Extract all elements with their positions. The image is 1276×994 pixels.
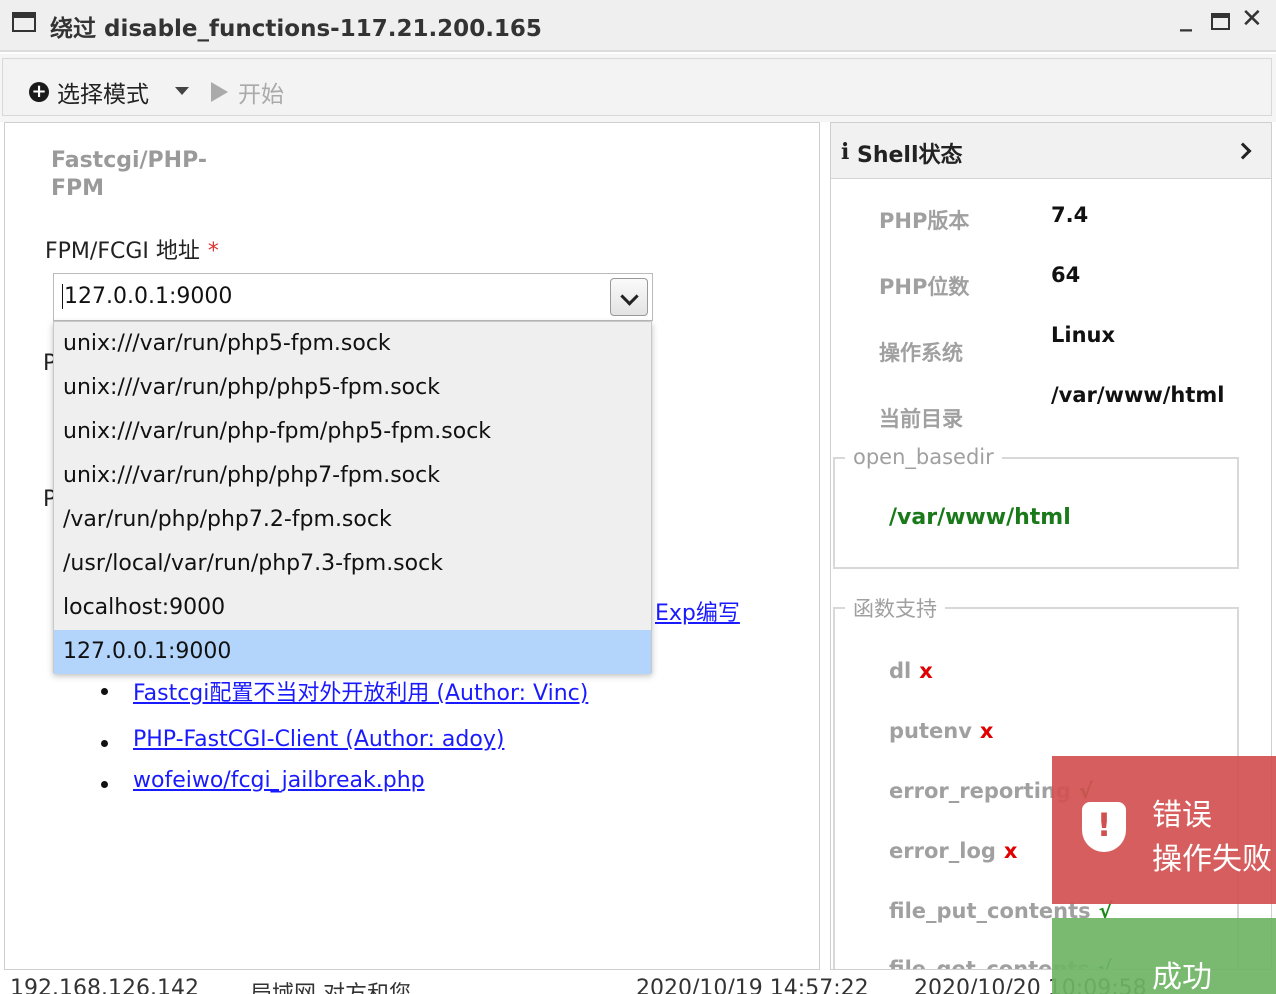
- plus-circle-icon: +: [29, 82, 49, 102]
- info-label: 操作系统: [879, 341, 963, 365]
- play-icon: [211, 82, 228, 102]
- dropdown-option[interactable]: unix:///var/run/php/php5-fpm.sock: [54, 366, 651, 410]
- status-ip: 192.168.126.142: [10, 976, 199, 994]
- maximize-icon[interactable]: [1211, 13, 1230, 30]
- chevron-right-icon[interactable]: [1234, 142, 1252, 160]
- list-item: wofeiwo/fcgi_jailbreak.php: [101, 768, 588, 793]
- dropdown-option[interactable]: unix:///var/run/php/php7-fpm.sock: [54, 454, 651, 498]
- error-toast-title: 错误: [1152, 798, 1212, 833]
- required-mark: *: [207, 239, 219, 264]
- dropdown-option[interactable]: unix:///var/run/php5-fpm.sock: [54, 322, 651, 366]
- success-toast[interactable]: 成功: [1052, 918, 1276, 994]
- dropdown-option-selected[interactable]: 127.0.0.1:9000: [54, 630, 651, 674]
- fail-mark: x: [979, 719, 994, 743]
- info-label: PHP位数: [879, 275, 970, 299]
- toolbar-inner: + 选择模式 开始: [2, 58, 1272, 116]
- window-icon: [12, 12, 36, 32]
- dropdown-option[interactable]: /usr/local/var/run/php7.3-fpm.sock: [54, 542, 651, 586]
- info-value: /var/www/html: [1051, 383, 1225, 407]
- list-item: PHP-FastCGI-Client (Author: adoy): [101, 727, 588, 752]
- functions-legend: 函数支持: [845, 593, 945, 623]
- info-value: 64: [1051, 263, 1081, 287]
- info-value: 7.4: [1051, 203, 1089, 227]
- window-titlebar: 绕过 disable_functions-117.21.200.165 _ ✕: [0, 0, 1276, 52]
- list-item: Fastcgi配置不当对外开放利用 (Author: Vinc): [101, 675, 588, 707]
- open-basedir-value: /var/www/html: [889, 505, 1071, 530]
- address-select-value: 127.0.0.1:9000: [62, 284, 233, 309]
- dropdown-option[interactable]: unix:///var/run/php-fpm/php5-fpm.sock: [54, 410, 651, 454]
- window-title: 绕过 disable_functions-117.21.200.165: [50, 16, 542, 42]
- toolbar: + 选择模式 开始: [0, 54, 1276, 122]
- function-row: dl x: [889, 659, 933, 683]
- reference-list: Fastcgi配置不当对外开放利用 (Author: Vinc) PHP-Fas…: [101, 675, 588, 813]
- function-name: dl: [889, 659, 912, 683]
- function-name: error_reporting: [889, 779, 1071, 803]
- chevron-down-icon[interactable]: [610, 278, 648, 316]
- fail-mark: x: [1003, 839, 1018, 863]
- select-mode-button[interactable]: + 选择模式: [29, 75, 149, 109]
- start-button[interactable]: 开始: [211, 75, 284, 109]
- start-label: 开始: [238, 82, 284, 108]
- address-dropdown: unix:///var/run/php5-fpm.sock unix:///va…: [53, 321, 652, 674]
- address-label-text: FPM/FCGI 地址: [45, 239, 200, 264]
- info-value: Linux: [1051, 323, 1116, 347]
- reference-link[interactable]: wofeiwo/fcgi_jailbreak.php: [133, 768, 425, 793]
- fail-mark: x: [919, 659, 933, 683]
- shield-alert-icon: [1082, 802, 1126, 852]
- address-select[interactable]: 127.0.0.1:9000: [53, 273, 653, 321]
- exp-link[interactable]: Exp编写: [655, 595, 740, 627]
- function-row: error_log x: [889, 839, 1017, 863]
- select-mode-label: 选择模式: [57, 82, 149, 108]
- dropdown-option[interactable]: localhost:9000: [54, 586, 651, 630]
- address-label: FPM/FCGI 地址 *: [45, 233, 219, 265]
- minimize-icon[interactable]: _: [1180, 4, 1192, 32]
- status-location: 局域网 对方和您: [250, 976, 411, 994]
- dropdown-option[interactable]: /var/run/php/php7.2-fpm.sock: [54, 498, 651, 542]
- section-title: Fastcgi/PHP-FPM: [51, 148, 207, 201]
- error-toast-message: 操作失败: [1152, 842, 1272, 877]
- config-panel: Fastcgi/PHP-FPM FPM/FCGI 地址 * 127.0.0.1:9…: [4, 122, 820, 970]
- caret-down-icon[interactable]: [175, 87, 189, 95]
- info-label: 当前目录: [879, 407, 963, 431]
- close-icon[interactable]: ✕: [1241, 4, 1263, 34]
- info-icon: i: [841, 139, 850, 165]
- function-row: putenv x: [889, 719, 993, 743]
- error-toast[interactable]: 错误 操作失败: [1052, 756, 1276, 904]
- shell-status-header[interactable]: i Shell状态: [831, 123, 1271, 179]
- status-time: 2020/10/19 14:57:22: [636, 976, 869, 994]
- function-name: putenv: [889, 719, 972, 743]
- reference-link[interactable]: Fastcgi配置不当对外开放利用 (Author: Vinc): [133, 681, 588, 706]
- shell-status-title: Shell状态: [857, 143, 963, 168]
- success-toast-title: 成功: [1152, 960, 1212, 994]
- reference-link[interactable]: PHP-FastCGI-Client (Author: adoy): [133, 727, 504, 752]
- info-label: PHP版本: [879, 209, 970, 233]
- function-name: error_log: [889, 839, 996, 863]
- open-basedir-legend: open_basedir: [845, 445, 1002, 469]
